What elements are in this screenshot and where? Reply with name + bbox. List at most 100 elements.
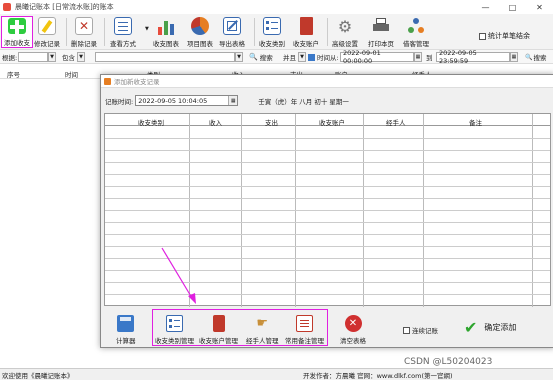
export-icon bbox=[223, 17, 241, 35]
toolbar-separator bbox=[327, 18, 328, 46]
search-input[interactable] bbox=[95, 52, 235, 62]
window-controls: — □ ✕ bbox=[472, 0, 553, 14]
column-header[interactable]: 时间 bbox=[65, 69, 78, 79]
entry-table-header: 收支类别 收入 支出 收支账户 经手人 备注 bbox=[105, 114, 550, 127]
search-icon: 🔍 bbox=[525, 53, 533, 61]
handler-manage-button[interactable]: ☛ 经手人管理 bbox=[246, 315, 279, 345]
edit-record-button[interactable]: 修改记录 bbox=[34, 16, 60, 48]
edit-icon bbox=[38, 17, 56, 35]
add-entry-dialog: 添加新收支记录 记账时间: 2022-09-05 10:04:05 ▦ 壬寅（虎… bbox=[100, 74, 553, 348]
calendar-icon[interactable]: ▦ bbox=[510, 52, 518, 62]
search-label: 搜索 bbox=[259, 54, 273, 62]
time-value: 2022-09-05 10:04:05 bbox=[138, 96, 208, 105]
chevron-down-icon[interactable]: ▼ bbox=[235, 52, 243, 62]
printer-icon bbox=[372, 17, 390, 35]
grid-line bbox=[105, 186, 550, 187]
maximize-button[interactable]: □ bbox=[499, 0, 526, 14]
category-manage-button[interactable]: 收支类别管理 bbox=[155, 315, 194, 345]
period-label: 时间从: bbox=[317, 54, 339, 62]
field-label: 根据: bbox=[2, 54, 18, 62]
handler-manage-label: 经手人管理 bbox=[246, 337, 279, 345]
grid-line bbox=[105, 138, 550, 139]
annotation-arrow bbox=[161, 247, 196, 304]
grid-line bbox=[105, 174, 550, 175]
category-manage-label: 收支类别管理 bbox=[155, 337, 194, 345]
search-icon: 🔍 bbox=[249, 53, 258, 61]
app-icon bbox=[3, 3, 11, 11]
column-header[interactable]: 收支类别 bbox=[138, 117, 164, 127]
minimize-button[interactable]: — bbox=[472, 0, 499, 14]
from-date-field[interactable]: 2022-09-01 00:00:00 bbox=[340, 49, 414, 65]
search-button[interactable]: 🔍 搜索 bbox=[249, 52, 273, 62]
delete-record-label: 删除记录 bbox=[71, 40, 97, 48]
chevron-down-icon[interactable]: ▼ bbox=[77, 52, 85, 62]
close-button[interactable]: ✕ bbox=[526, 0, 553, 14]
column-header[interactable]: 支出 bbox=[265, 117, 278, 127]
column-header[interactable]: 序号 bbox=[7, 69, 20, 79]
delete-record-button[interactable]: ✕ 删除记录 bbox=[71, 16, 97, 48]
column-header[interactable]: 经手人 bbox=[386, 117, 406, 127]
account-icon bbox=[299, 17, 313, 35]
op-select[interactable]: 包含 bbox=[62, 52, 75, 62]
scope-select[interactable]: 并且 bbox=[283, 52, 296, 62]
calculator-button[interactable]: 计算器 bbox=[116, 315, 136, 345]
income-chart-label: 收支图表 bbox=[153, 40, 179, 48]
category-button[interactable]: 收支类别 bbox=[259, 16, 285, 48]
toolbar-separator bbox=[66, 18, 67, 46]
period-checkbox[interactable] bbox=[308, 53, 315, 61]
print-button[interactable]: 打印本页 bbox=[368, 16, 394, 48]
dialog-button-bar: 计算器 收支类别管理 收支账户管理 ☛ 经手人管理 常用备注管理 ✕ 清空表格 … bbox=[101, 309, 553, 347]
confirm-add-label: 确定添加 bbox=[484, 323, 517, 332]
filter-bar: 根据: ▼ 包含 ▼ ▼ 🔍 搜索 并且 ▼ 时间从: 2022-09-01 0… bbox=[0, 49, 553, 65]
clear-icon: ✕ bbox=[344, 315, 362, 332]
single-balance-check[interactable]: 统计单笔结余 bbox=[479, 31, 530, 41]
grid-line bbox=[105, 198, 550, 199]
export-table-button[interactable]: 导出表格 bbox=[219, 16, 245, 48]
account-button[interactable]: 收支账户 bbox=[293, 16, 319, 48]
continuous-check[interactable]: 连续记账 bbox=[403, 325, 438, 335]
window-title: 晨曦记账本 [日常流水账]的账本 bbox=[15, 3, 114, 11]
calendar-icon[interactable]: ▦ bbox=[414, 52, 422, 62]
time-row: 记账时间: 2022-09-05 10:04:05 ▦ 壬寅（虎）年 八月 初十… bbox=[105, 95, 349, 106]
lunar-date: 壬寅（虎）年 八月 初十 星期一 bbox=[258, 97, 349, 106]
clear-table-button[interactable]: ✕ 清空表格 bbox=[340, 315, 366, 345]
view-mode-button[interactable]: 查看方式 bbox=[110, 16, 136, 48]
status-bar: 欢迎使用《晨曦记账本》 开发作者：方晨曦 官网：www.dlkf.com(第一官… bbox=[0, 368, 553, 380]
checkmark-icon: ✔ bbox=[464, 318, 478, 337]
add-entry-button[interactable]: 添加收支 bbox=[1, 16, 33, 48]
hand-icon: ☛ bbox=[256, 316, 269, 331]
column-header[interactable]: 备注 bbox=[469, 117, 482, 127]
toolbar-separator bbox=[254, 18, 255, 46]
confirm-add-button[interactable]: ✔ 确定添加 bbox=[464, 318, 516, 337]
account-manage-label: 收支账户管理 bbox=[199, 337, 238, 345]
column-header[interactable]: 收支账户 bbox=[319, 117, 345, 127]
account-manage-button[interactable]: 收支账户管理 bbox=[199, 315, 238, 345]
grid-line bbox=[105, 222, 550, 223]
to-date-field[interactable]: 2022-09-05 23:59:59 bbox=[436, 49, 510, 65]
dialog-title-bar: 添加新收支记录 bbox=[101, 75, 553, 88]
customer-management-label: 借客管理 bbox=[403, 40, 429, 48]
checkbox[interactable] bbox=[479, 32, 486, 40]
account-label: 收支账户 bbox=[293, 40, 319, 48]
view-icon bbox=[114, 17, 132, 35]
calendar-icon[interactable]: ▦ bbox=[228, 96, 238, 105]
print-label: 打印本页 bbox=[368, 40, 394, 48]
status-author: 开发作者：方晨曦 官网：www.dlkf.com(第一官網) bbox=[303, 371, 453, 380]
chevron-down-icon[interactable]: ▼ bbox=[145, 26, 149, 32]
chevron-down-icon[interactable]: ▼ bbox=[298, 52, 306, 62]
advanced-settings-button[interactable]: ⚙ 高级设置 bbox=[332, 16, 358, 49]
calculator-icon bbox=[117, 315, 135, 332]
column-header[interactable]: 收入 bbox=[209, 117, 222, 127]
grid-line bbox=[105, 210, 550, 211]
add-icon bbox=[8, 18, 26, 34]
field-select[interactable] bbox=[18, 52, 48, 62]
account-icon bbox=[212, 315, 225, 332]
search-button-2[interactable]: 🔍 搜索 bbox=[525, 52, 546, 63]
time-field[interactable]: 2022-09-05 10:04:05 ▦ bbox=[135, 95, 239, 106]
checkbox[interactable] bbox=[403, 326, 410, 334]
project-chart-button[interactable]: 项目图表 bbox=[187, 16, 213, 48]
chevron-down-icon[interactable]: ▼ bbox=[48, 52, 56, 62]
income-chart-button[interactable]: 收支图表 bbox=[153, 16, 179, 48]
note-manage-button[interactable]: 常用备注管理 bbox=[285, 315, 324, 345]
customer-management-button[interactable]: 借客管理 bbox=[403, 16, 429, 48]
